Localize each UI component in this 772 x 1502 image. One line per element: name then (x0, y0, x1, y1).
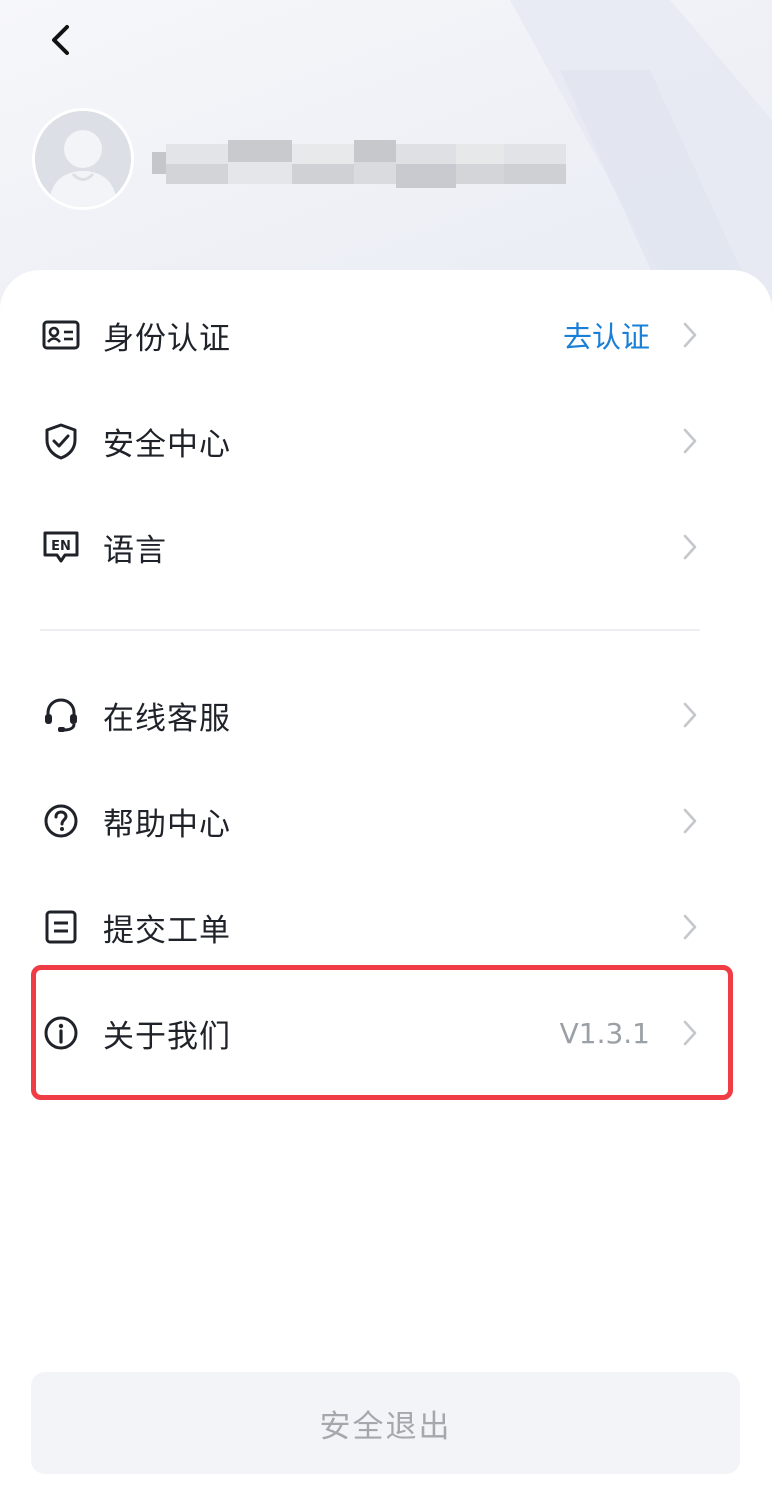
chevron-right-icon (680, 531, 700, 563)
chevron-left-icon (52, 25, 69, 55)
headset-icon (40, 694, 82, 736)
chevron-right-icon (680, 425, 700, 457)
menu-item-submit-ticket[interactable]: 提交工单 (0, 874, 772, 980)
menu-label: 提交工单 (103, 912, 231, 949)
menu-label: 关于我们 (103, 1018, 231, 1055)
svg-text:EN: EN (51, 539, 71, 554)
chevron-right-icon (680, 805, 700, 837)
default-user-avatar-icon (35, 111, 131, 207)
language-en-icon: EN (40, 526, 82, 568)
info-circle-icon (40, 1012, 82, 1054)
chevron-right-icon (680, 319, 700, 351)
menu-item-about-us[interactable]: 关于我们 V1.3.1 (0, 980, 772, 1086)
avatar[interactable] (32, 108, 134, 210)
menu-label: 语言 (103, 532, 167, 569)
app-version: V1.3.1 (559, 1016, 650, 1050)
shield-check-icon (40, 420, 82, 462)
username-masked (152, 140, 566, 188)
menu-item-help-center[interactable]: 帮助中心 (0, 768, 772, 874)
chevron-right-icon (680, 699, 700, 731)
menu-item-language[interactable]: EN 语言 (0, 494, 772, 600)
chevron-right-icon (680, 1017, 700, 1049)
chevron-right-icon (680, 911, 700, 943)
logout-button[interactable]: 安全退出 (31, 1372, 740, 1474)
ticket-form-icon (40, 906, 82, 948)
menu-label: 帮助中心 (103, 806, 231, 843)
verify-link[interactable]: 去认证 (563, 314, 650, 356)
back-button[interactable] (36, 16, 84, 64)
menu-item-online-support[interactable]: 在线客服 (0, 662, 772, 768)
menu-label: 安全中心 (103, 426, 231, 463)
id-card-icon (40, 314, 82, 356)
section-divider (40, 629, 700, 631)
menu-label: 在线客服 (103, 700, 231, 737)
help-circle-icon (40, 800, 82, 842)
menu-item-security-center[interactable]: 安全中心 (0, 388, 772, 494)
menu-item-identity-verification[interactable]: 身份认证 去认证 (0, 282, 772, 388)
menu-label: 身份认证 (103, 320, 231, 357)
